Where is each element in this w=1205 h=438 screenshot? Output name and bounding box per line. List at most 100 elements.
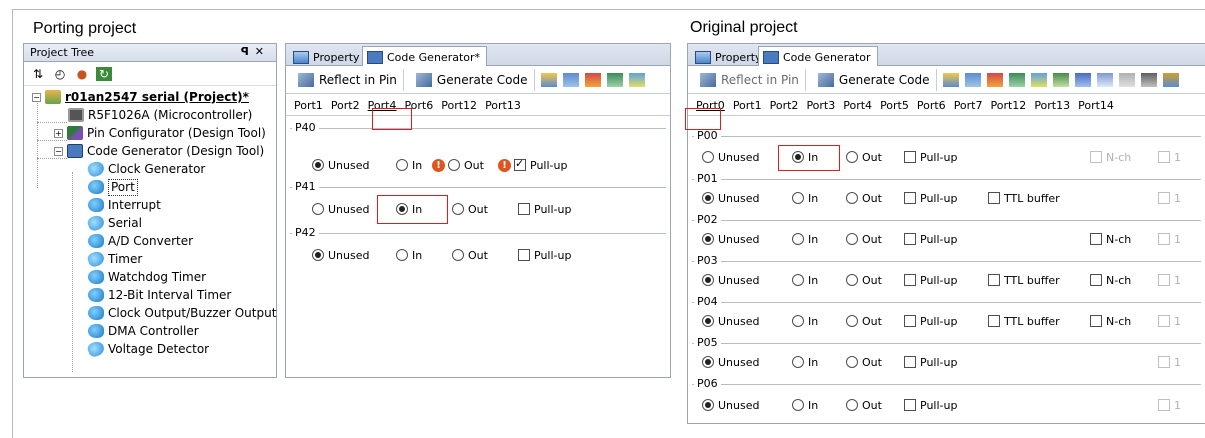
radio-selected[interactable] [702,274,714,286]
checkbox[interactable] [904,315,916,327]
tree-item-pin-configurator[interactable]: + Pin Configurator (Design Tool) [54,124,266,142]
radio-selected[interactable] [702,356,714,368]
reflect-in-pin-button[interactable]: Reflect in Pin [694,68,806,91]
checkbox[interactable] [1090,274,1102,286]
tool-icon-1[interactable] [942,72,959,87]
generate-code-button[interactable]: Generate Code [410,68,535,91]
checkbox[interactable] [904,192,916,204]
radio-selected[interactable] [702,233,714,245]
sort-icon[interactable]: ⇅ [30,67,46,81]
radio[interactable] [846,192,858,204]
tree-item-microcontroller[interactable]: R5F1026A (Microcontroller) [68,106,252,124]
radio[interactable] [448,159,460,171]
p42-pullup[interactable]: Pull-up [518,246,571,264]
checkbox[interactable] [904,233,916,245]
radio[interactable] [312,203,324,215]
tree-item-interrupt[interactable]: Interrupt [88,196,161,214]
p01-unused[interactable]: Unused [702,189,759,207]
p06-pullup[interactable]: Pull-up [904,396,957,414]
p42-out[interactable]: Out [452,246,488,264]
radio-selected[interactable] [312,159,324,171]
p02-out[interactable]: Out [846,230,882,248]
tree-item-serial[interactable]: Serial [86,213,142,233]
p04-pullup[interactable]: Pull-up [904,312,957,330]
p05-unused[interactable]: Unused [702,353,759,371]
p02-in[interactable]: In [792,230,818,248]
p01-ttl[interactable]: TTL buffer [988,189,1060,207]
expand-icon[interactable]: + [54,128,63,138]
tool-icon-10[interactable] [1140,72,1157,87]
tab-port2[interactable]: Port2 [327,99,364,115]
tool-icon-8[interactable] [1096,72,1113,87]
tree-item-ad-converter[interactable]: A/D Converter [88,232,193,250]
p42-in[interactable]: In [396,246,422,264]
radio[interactable] [846,151,858,163]
checkbox[interactable] [904,274,916,286]
tool-icon-5[interactable] [1030,72,1047,87]
p06-in[interactable]: In [792,396,818,414]
radio[interactable] [702,151,714,163]
tool-icon-6[interactable] [1052,72,1069,87]
p40-pullup[interactable]: ! Pull-up [498,156,567,174]
checkbox[interactable] [988,192,1000,204]
p02-pullup[interactable]: Pull-up [904,230,957,248]
checkbox[interactable] [904,399,916,411]
tab-port5[interactable]: Port5 [876,99,913,115]
p03-pullup[interactable]: Pull-up [904,271,957,289]
p00-pullup[interactable]: Pull-up [904,148,957,166]
p03-out[interactable]: Out [846,271,882,289]
radio[interactable] [792,233,804,245]
tab-port1[interactable]: Port1 [290,99,327,115]
checkbox[interactable] [1090,233,1102,245]
tree-item-port[interactable]: Port [88,178,138,196]
radio[interactable] [846,233,858,245]
p01-pullup[interactable]: Pull-up [904,189,957,207]
tab-port12[interactable]: Port12 [437,99,481,115]
radio[interactable] [396,249,408,261]
p05-in[interactable]: In [792,353,818,371]
checkbox[interactable] [904,356,916,368]
tree-root[interactable]: − r01an2547 serial (Project)* [32,88,249,106]
tree-item-clock-generator[interactable]: Clock Generator [86,159,205,179]
tree-item-code-generator[interactable]: − Code Generator (Design Tool) [54,142,264,160]
refresh-icon[interactable]: ↻ [96,66,112,81]
tab-property[interactable]: Property [690,46,769,66]
p05-out[interactable]: Out [846,353,882,371]
tool-icon-7[interactable] [1074,72,1091,87]
generate-code-button[interactable]: Generate Code [812,68,937,91]
radio[interactable] [792,315,804,327]
tool-icon-11[interactable] [1162,72,1179,87]
radio[interactable] [792,356,804,368]
p02-unused[interactable]: Unused [702,230,759,248]
tool-icon-3[interactable] [584,72,601,87]
radio-selected[interactable] [702,399,714,411]
p40-in[interactable]: In [396,156,422,174]
tab-port7[interactable]: Port7 [950,99,987,115]
checkbox[interactable] [518,203,530,215]
p41-pullup[interactable]: Pull-up [518,200,571,218]
user-icon[interactable]: ● [74,67,90,81]
p03-in[interactable]: In [792,271,818,289]
tab-port1[interactable]: Port1 [729,99,766,115]
tool-icon-2[interactable] [964,72,981,87]
p41-unused[interactable]: Unused [312,200,369,218]
pin-icon[interactable]: ꟼ [241,45,255,58]
tab-port14[interactable]: Port14 [1074,99,1118,115]
p06-out[interactable]: Out [846,396,882,414]
p04-unused[interactable]: Unused [702,312,759,330]
radio[interactable] [846,356,858,368]
radio-selected[interactable] [702,192,714,204]
radio-selected[interactable] [702,315,714,327]
p01-in[interactable]: In [792,189,818,207]
tool-icon-9[interactable] [1118,72,1135,87]
p00-unused[interactable]: Unused [702,148,759,166]
tab-port2[interactable]: Port2 [766,99,803,115]
tab-port13[interactable]: Port13 [481,99,525,115]
radio[interactable] [846,399,858,411]
tool-icon-5[interactable] [628,72,645,87]
checkbox-checked[interactable] [514,157,526,171]
p42-unused[interactable]: Unused [312,246,369,264]
p04-in[interactable]: In [792,312,818,330]
tree-item-voltage-detector[interactable]: Voltage Detector [86,339,209,359]
clock-icon[interactable]: ◴ [52,67,68,81]
